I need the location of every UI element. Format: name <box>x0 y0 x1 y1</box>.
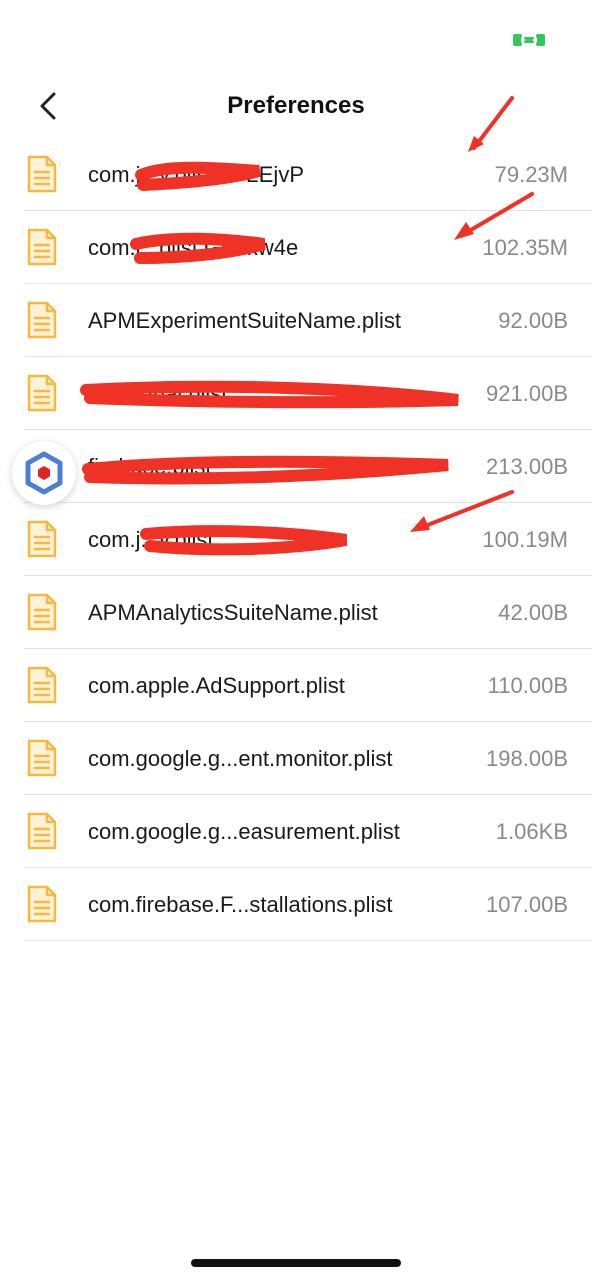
file-name: com.firebase.F...stallations.plist <box>88 892 393 917</box>
file-list-item[interactable]: com.google.g...easurement.plist 1.06KB <box>24 795 592 868</box>
page-title: Preferences <box>227 92 365 119</box>
document-icon <box>27 228 57 266</box>
document-icon <box>27 812 57 850</box>
file-size: 42.00B <box>498 600 568 625</box>
file-name: com.google.g...easurement.plist <box>88 819 400 844</box>
home-indicator <box>191 1259 401 1267</box>
floating-debug-button[interactable] <box>12 441 76 505</box>
document-icon <box>27 739 57 777</box>
file-size: 1.06KB <box>495 819 568 844</box>
file-size: 100.19M <box>482 527 568 552</box>
document-icon <box>27 520 57 558</box>
navigation-bar: Preferences <box>0 78 592 134</box>
file-size: 107.00B <box>486 892 568 917</box>
file-list-item[interactable]: com.j...y.plist 100.19M <box>24 503 592 576</box>
file-size: 92.00B <box>498 308 568 333</box>
document-icon <box>27 666 57 704</box>
file-name: com.j...y.plist.aP2EjvP <box>88 162 304 187</box>
hexagon-icon <box>25 451 63 495</box>
status-bar <box>0 0 592 70</box>
document-icon <box>27 301 57 339</box>
document-icon <box>27 155 57 193</box>
file-name: com.j...plist.GhTkw4e <box>88 235 299 260</box>
file-list-item[interactable]: com.j...y.plist.aP2EjvP 79.23M <box>24 138 592 211</box>
document-icon <box>27 593 57 631</box>
file-list-item[interactable]: APMAnalyticsSuiteName.plist 42.00B <box>24 576 592 649</box>
file-name: firebase.plist <box>88 454 212 479</box>
file-list-item[interactable]: com.apple.AdSupport.plist 110.00B <box>24 649 592 722</box>
document-icon <box>27 374 57 412</box>
file-name: com.apple.AdSupport.plist <box>88 673 345 698</box>
document-icon <box>27 885 57 923</box>
file-list-item[interactable]: com.firebase.F...stallations.plist 107.0… <box>24 868 592 941</box>
file-size: 198.00B <box>486 746 568 771</box>
file-name: com.j...y.plist <box>88 527 214 552</box>
green-status-indicator-icon <box>513 34 545 46</box>
file-list: com.j...y.plist.aP2EjvP 79.23M com.j...p… <box>24 138 592 941</box>
file-size: 102.35M <box>482 235 568 260</box>
file-name: APMAnalyticsSuiteName.plist <box>88 600 378 625</box>
file-list-item[interactable]: APMExperimentSuiteName.plist 92.00B <box>24 284 592 357</box>
screen: Preferences com.j...y.plist.aP2EjvP 79.2… <box>0 0 592 1280</box>
file-list-item[interactable]: com.j...plist.GhTkw4e 102.35M <box>24 211 592 284</box>
file-name: onesignal.plist <box>88 381 228 406</box>
file-size: 921.00B <box>486 381 568 406</box>
chevron-left-icon <box>40 92 56 120</box>
file-name: com.google.g...ent.monitor.plist <box>88 746 393 771</box>
file-name: APMExperimentSuiteName.plist <box>88 308 402 333</box>
file-size: 110.00B <box>487 673 568 698</box>
file-list-item[interactable]: onesignal.plist 921.00B <box>24 357 592 430</box>
file-size: 213.00B <box>486 454 568 479</box>
back-button[interactable] <box>26 82 70 130</box>
file-list-item[interactable]: firebase.plist 213.00B <box>24 430 592 503</box>
file-size: 79.23M <box>494 162 568 187</box>
file-list-item[interactable]: com.google.g...ent.monitor.plist 198.00B <box>24 722 592 795</box>
